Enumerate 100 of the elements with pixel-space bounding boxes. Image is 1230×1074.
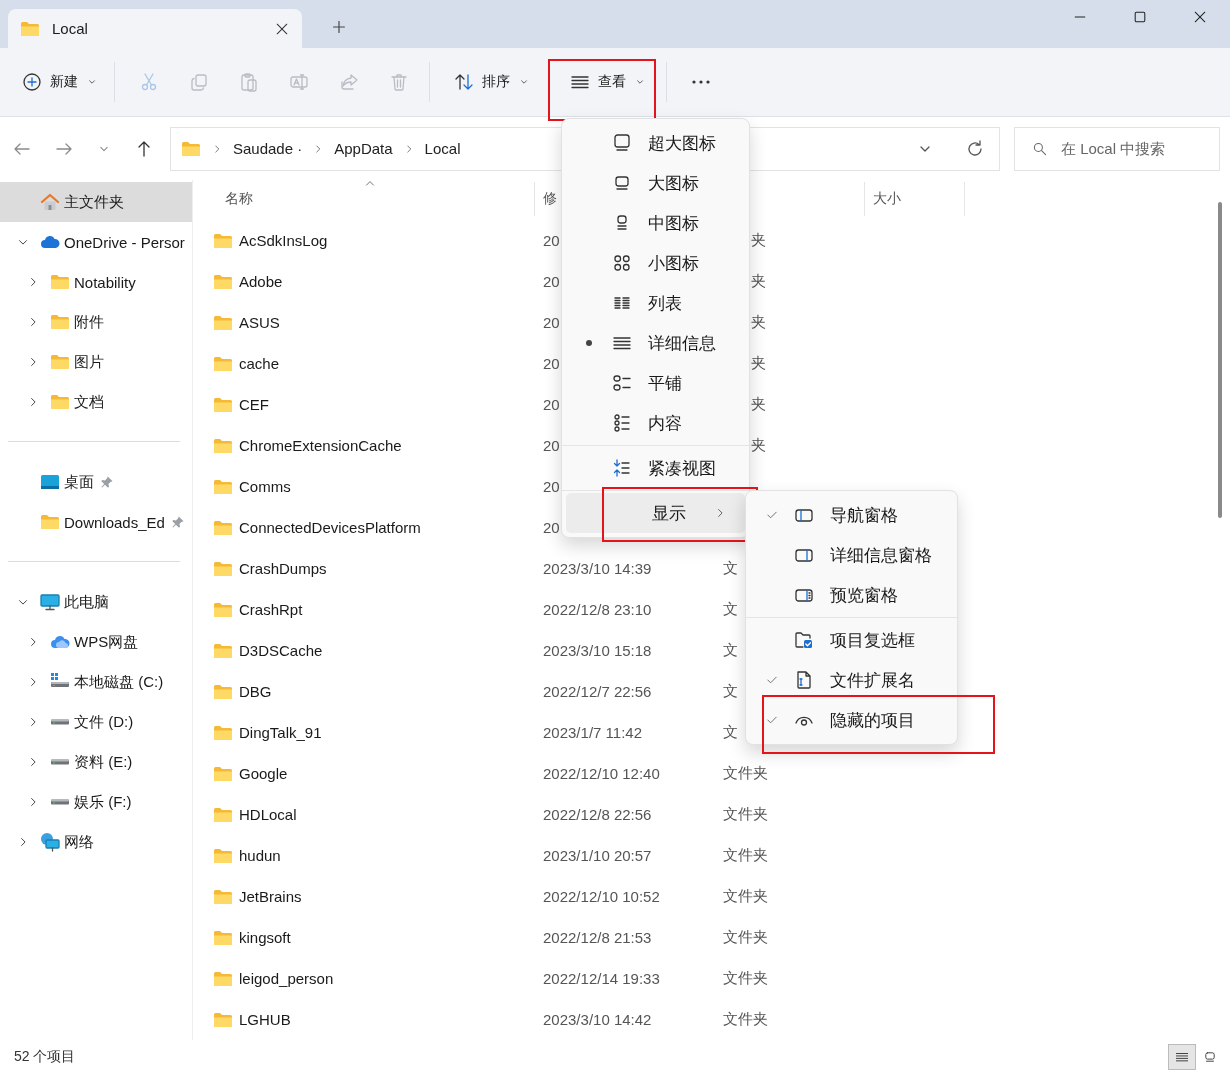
file-name[interactable]: leigod_person <box>239 970 334 987</box>
search-icon <box>1032 140 1048 157</box>
sidebar-item[interactable]: 娱乐 (F:) <box>0 782 192 822</box>
modified-date: 20 <box>543 355 560 372</box>
file-name[interactable]: DBG <box>239 683 272 700</box>
sidebar-item[interactable]: Notability <box>0 262 192 302</box>
file-name[interactable]: CEF <box>239 396 269 413</box>
close-icon[interactable] <box>1192 9 1208 25</box>
menu-item[interactable]: 超大图标 <box>566 123 745 163</box>
file-type: 文 <box>723 641 738 658</box>
modified-date: 20 <box>543 232 560 249</box>
file-icon <box>794 670 814 690</box>
desktop-icon <box>40 472 60 492</box>
drive-icon <box>50 759 70 765</box>
modified-date: 2022/12/8 23:10 <box>543 601 652 618</box>
drive-icon <box>50 799 70 805</box>
new-button[interactable]: 新建 <box>12 63 108 101</box>
menu-item[interactable]: 预览窗格 <box>750 575 953 615</box>
file-name[interactable]: Comms <box>239 478 291 495</box>
drive-icon <box>50 719 70 725</box>
sidebar-item[interactable]: 桌面 <box>0 462 192 502</box>
file-name[interactable]: cache <box>239 355 280 372</box>
sidebar-item[interactable]: WPS网盘 <box>0 622 192 662</box>
sort-button[interactable]: 排序 <box>444 63 540 101</box>
menu-item[interactable]: 显示 <box>566 493 745 533</box>
menu-item[interactable]: 隐藏的项目 <box>750 700 953 740</box>
sidebar-item[interactable]: 主文件夹 <box>0 182 192 222</box>
breadcrumb[interactable]: Local <box>424 140 461 157</box>
menu-item[interactable]: 小图标 <box>566 243 745 283</box>
view-button[interactable]: 查看 <box>560 63 656 101</box>
new-tab-icon[interactable] <box>330 18 348 36</box>
file-name[interactable]: CrashRpt <box>239 601 303 618</box>
folder-icon <box>40 512 60 532</box>
file-name[interactable]: kingsoft <box>239 929 291 946</box>
item-count: 52 个项目 <box>14 1048 76 1066</box>
menu-item[interactable]: 中图标 <box>566 203 745 243</box>
menu-item[interactable]: 大图标 <box>566 163 745 203</box>
breadcrumb[interactable]: AppData <box>334 140 393 157</box>
details-view-button[interactable] <box>1168 1044 1196 1070</box>
menu-item[interactable]: 平铺 <box>566 363 745 403</box>
file-name[interactable]: HDLocal <box>239 806 297 823</box>
menu-item[interactable]: 列表 <box>566 283 745 323</box>
file-type: 文件夹 <box>723 764 768 781</box>
modified-date: 20 <box>543 437 560 454</box>
file-name[interactable]: CrashDumps <box>239 560 327 577</box>
file-name[interactable]: ConnectedDevicesPlatform <box>239 519 421 536</box>
modified-date: 2022/12/8 22:56 <box>543 806 652 823</box>
tab[interactable]: Local <box>8 9 302 48</box>
menu-item[interactable]: 导航窗格 <box>750 495 953 535</box>
file-type: 文 <box>723 723 738 740</box>
modified-date: 20 <box>543 478 560 495</box>
search-field[interactable]: 在 Local 中搜索 <box>1014 126 1220 171</box>
menu-item[interactable]: 文件扩展名 <box>750 660 953 700</box>
scrollbar-thumb[interactable] <box>1218 202 1222 518</box>
file-type: 文 <box>723 682 738 699</box>
file-type: 夹 <box>750 354 766 371</box>
menu-item[interactable]: 详细信息 <box>566 323 745 363</box>
sidebar-item[interactable]: 文档 <box>0 382 192 422</box>
file-name[interactable]: DingTalk_91 <box>239 724 322 741</box>
sidebar-item[interactable]: 网络 <box>0 822 192 862</box>
maximize-icon[interactable] <box>1132 9 1148 25</box>
modified-date: 20 <box>543 396 560 413</box>
menu-item[interactable]: 紧凑视图 <box>566 448 745 488</box>
modified-date: 2023/3/10 14:39 <box>543 560 652 577</box>
menu-item[interactable]: 内容 <box>566 403 745 443</box>
sidebar-item[interactable]: 此电脑 <box>0 582 192 622</box>
large-icons-icon <box>1203 1050 1217 1064</box>
sidebar-item[interactable]: Downloads_Ed <box>0 502 192 542</box>
menu-item[interactable]: 项目复选框 <box>750 620 953 660</box>
file-type: 夹 <box>750 395 766 412</box>
extra-large-icons-icon <box>612 133 632 153</box>
file-name[interactable]: AcSdkInsLog <box>239 232 328 249</box>
modified-date: 2023/3/10 15:18 <box>543 642 652 659</box>
file-name[interactable]: ASUS <box>239 314 280 331</box>
file-name[interactable]: hudun <box>239 847 281 864</box>
file-name[interactable]: JetBrains <box>239 888 302 905</box>
file-name[interactable]: D3DSCache <box>239 642 323 659</box>
sidebar-item[interactable]: 附件 <box>0 302 192 342</box>
file-name[interactable]: ChromeExtensionCache <box>239 437 402 454</box>
column-header[interactable]: 名称 <box>213 182 535 216</box>
sidebar-item[interactable]: 本地磁盘 (C:) <box>0 662 192 702</box>
sidebar-item[interactable]: OneDrive - Persor <box>0 222 192 262</box>
details-view-icon <box>1175 1050 1189 1064</box>
breadcrumb[interactable]: Saudade · <box>233 140 303 157</box>
tab-title: Local <box>52 20 89 37</box>
sidebar-item[interactable]: 图片 <box>0 342 192 382</box>
file-type: 夹 <box>750 436 766 453</box>
refresh-icon[interactable] <box>965 138 985 159</box>
sidebar-item[interactable]: 文件 (D:) <box>0 702 192 742</box>
modified-date: 20 <box>543 314 560 331</box>
menu-item[interactable]: 详细信息窗格 <box>750 535 953 575</box>
sidebar-item[interactable]: 资料 (E:) <box>0 742 192 782</box>
column-header[interactable]: 大小 <box>865 182 965 216</box>
folder-icon <box>50 392 70 412</box>
file-name[interactable]: Adobe <box>239 273 283 290</box>
file-name[interactable]: Google <box>239 765 288 782</box>
file-type: 文件夹 <box>723 928 768 945</box>
monitor-icon <box>40 592 60 612</box>
file-type: 文件夹 <box>723 1010 768 1027</box>
file-name[interactable]: LGHUB <box>239 1011 291 1028</box>
